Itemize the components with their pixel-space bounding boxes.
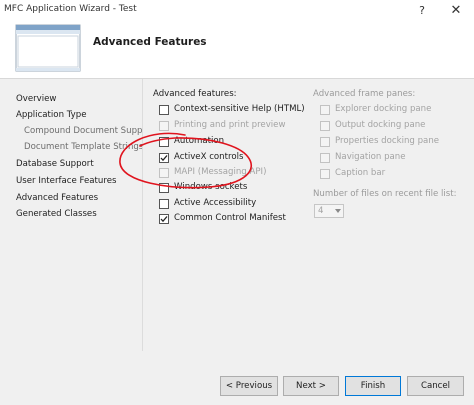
option-label: Printing and print preview (174, 120, 286, 130)
wizard-header: Advanced Features (0, 22, 474, 79)
recent-files-label: Number of files on recent file list: (313, 189, 457, 199)
option-label: Navigation pane (335, 152, 406, 162)
checkbox (320, 169, 330, 179)
advanced-features-label: Advanced features: (153, 89, 237, 99)
option-label: Explorer docking pane (335, 104, 432, 114)
checkbox (159, 121, 169, 131)
nav-item-document-template-strings[interactable]: Document Template Strings (24, 142, 143, 152)
window-title: MFC Application Wizard - Test (4, 4, 137, 14)
option-label: Caption bar (335, 168, 386, 178)
title-bar: MFC Application Wizard - Test ? ✕ (0, 0, 474, 22)
check-icon (160, 216, 168, 223)
nav-item-user-interface-features[interactable]: User Interface Features (16, 176, 116, 186)
nav-item-application-type[interactable]: Application Type (16, 110, 87, 120)
option-label: Windows sockets (174, 182, 248, 192)
checkbox (320, 121, 330, 131)
option-label: Active Accessibility (174, 198, 257, 208)
option-label: Common Control Manifest (174, 213, 286, 223)
checkbox (320, 153, 330, 163)
options-panel: Advanced features: Context-sensitive Hel… (142, 79, 467, 351)
finish-button[interactable]: Finish (345, 376, 401, 396)
checkbox[interactable] (159, 183, 169, 193)
help-button[interactable]: ? (408, 1, 436, 21)
checkbox (159, 168, 169, 178)
frame-panes-label: Advanced frame panes: (313, 89, 416, 99)
checkbox[interactable] (159, 214, 169, 224)
option-label: ActiveX controls (174, 152, 244, 162)
option-label: Output docking pane (335, 120, 426, 130)
recent-files-dropdown: 4 (314, 204, 344, 218)
wizard-window-icon (15, 24, 81, 72)
option-label: Properties docking pane (335, 136, 440, 146)
checkbox[interactable] (159, 137, 169, 147)
option-label: Automation (174, 136, 225, 146)
chevron-down-icon (335, 209, 341, 213)
wizard-nav: Overview Application Type Compound Docum… (0, 79, 155, 405)
checkbox[interactable] (159, 105, 169, 115)
option-label: Context-sensitive Help (HTML) (174, 104, 305, 114)
close-button[interactable]: ✕ (442, 1, 470, 21)
nav-item-generated-classes[interactable]: Generated Classes (16, 209, 97, 219)
checkbox[interactable] (159, 153, 169, 163)
checkbox (320, 105, 330, 115)
check-icon (160, 155, 168, 162)
option-label: MAPI (Messaging API) (174, 167, 267, 177)
previous-button[interactable]: < Previous (220, 376, 278, 396)
cancel-button[interactable]: Cancel (407, 376, 464, 396)
nav-item-overview[interactable]: Overview (16, 94, 56, 104)
nav-item-advanced-features[interactable]: Advanced Features (16, 193, 98, 203)
wizard-content: Overview Application Type Compound Docum… (0, 79, 474, 405)
recent-files-value: 4 (318, 206, 324, 216)
next-button[interactable]: Next > (283, 376, 339, 396)
nav-item-compound-document-support[interactable]: Compound Document Support (24, 126, 155, 136)
checkbox (320, 137, 330, 147)
page-title: Advanced Features (93, 36, 207, 48)
checkbox[interactable] (159, 199, 169, 209)
nav-item-database-support[interactable]: Database Support (16, 159, 94, 169)
